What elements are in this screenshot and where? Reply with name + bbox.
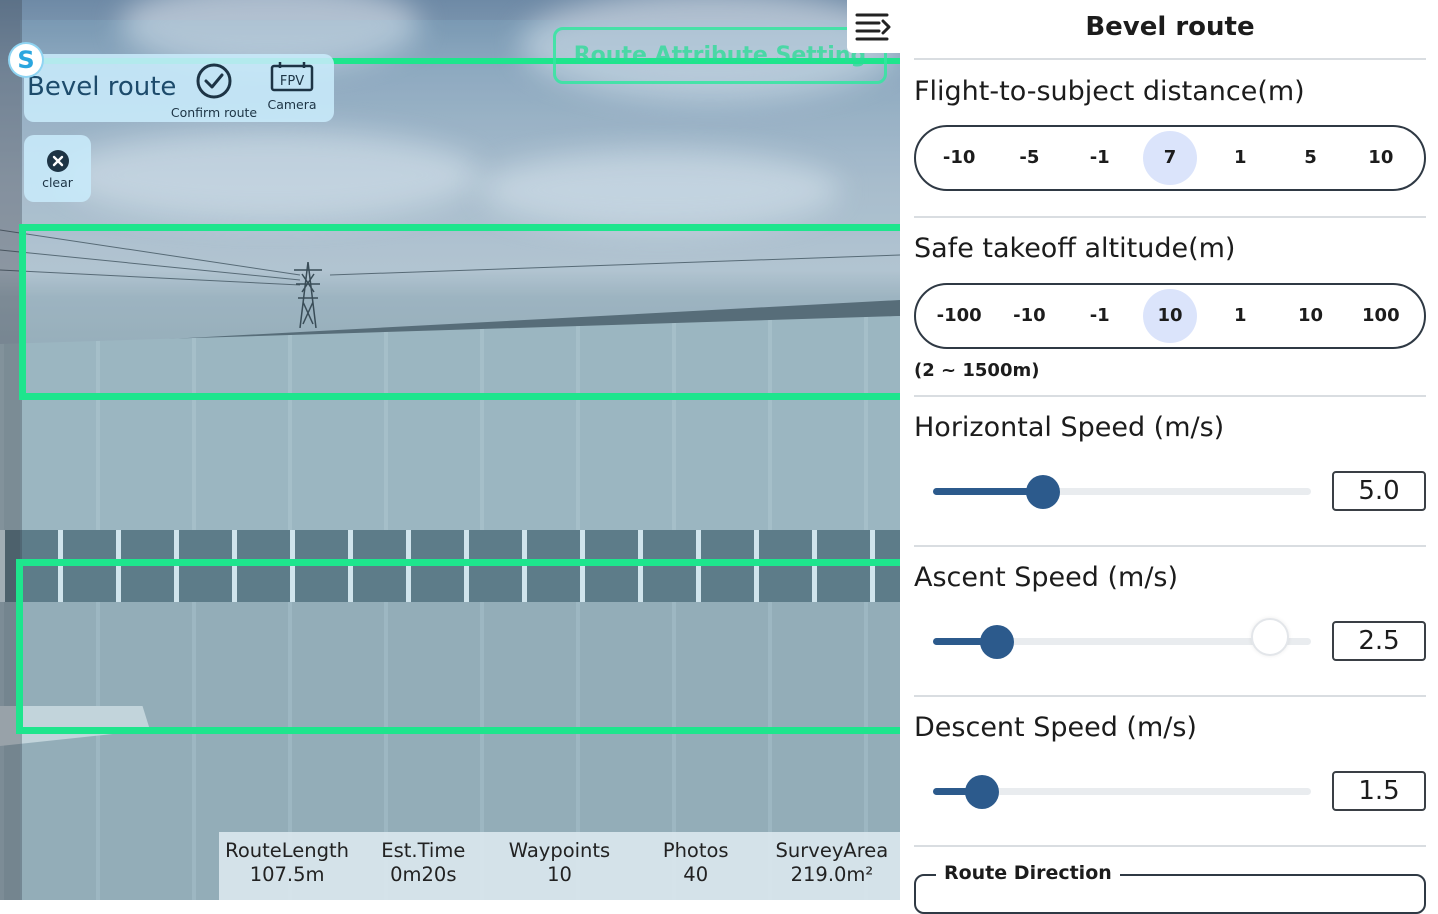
app-logo: S xyxy=(10,44,42,76)
touch-indicator xyxy=(1251,618,1289,656)
confirm-route-button[interactable]: Confirm route xyxy=(166,62,262,120)
clear-button[interactable]: clear xyxy=(24,135,91,202)
check-circle-icon xyxy=(196,63,232,99)
takeoff-option-plus-1[interactable]: 1 xyxy=(1213,289,1267,343)
divider xyxy=(914,395,1426,397)
stat-label: Waypoints xyxy=(508,839,611,862)
stat-route-length: RouteLength 107.5m xyxy=(219,832,355,900)
distance-current-value: 7 xyxy=(1142,131,1197,185)
panel-title: Bevel route xyxy=(1085,12,1255,42)
divider xyxy=(914,545,1426,547)
ascent-speed-label: Ascent Speed (m/s) xyxy=(914,562,1179,593)
stat-survey-area: SurveyArea 219.0m² xyxy=(764,832,900,900)
menu-collapse-icon xyxy=(855,13,890,40)
descent-speed-slider[interactable] xyxy=(933,775,1311,809)
route-attribute-setting-button[interactable]: Route Attribute Setting xyxy=(553,27,887,84)
descent-speed-label: Descent Speed (m/s) xyxy=(914,712,1197,743)
stat-label: Est.Time xyxy=(381,839,466,862)
stat-label: RouteLength xyxy=(225,839,350,862)
distance-option-minus-5[interactable]: -5 xyxy=(1002,131,1056,185)
camera-view[interactable]: Route Attribute Setting Bevel route Conf… xyxy=(0,0,900,900)
divider xyxy=(914,845,1426,847)
route-area-lower[interactable] xyxy=(16,559,900,734)
stat-label: Photos xyxy=(662,839,729,862)
distance-option-plus-10[interactable]: 10 xyxy=(1354,131,1408,185)
route-settings-panel: Bevel route Flight-to-subject distance(m… xyxy=(900,0,1438,914)
slider-handle[interactable] xyxy=(965,775,1000,809)
distance-option-minus-1[interactable]: -1 xyxy=(1073,131,1127,185)
takeoff-option-plus-100[interactable]: 100 xyxy=(1354,289,1408,343)
view-edge xyxy=(0,0,22,900)
divider xyxy=(914,216,1426,218)
horizontal-speed-input[interactable]: 5.0 xyxy=(1332,471,1426,511)
camera-button[interactable]: FPV Camera xyxy=(264,60,320,112)
route-stats-bar: RouteLength 107.5m Est.Time 0m20s Waypoi… xyxy=(219,832,900,900)
stat-value: 219.0m² xyxy=(790,863,874,886)
takeoff-option-plus-10[interactable]: 10 xyxy=(1284,289,1338,343)
takeoff-current-value: 10 xyxy=(1142,289,1197,343)
takeoff-altitude-stepper: -100 -10 -1 10 1 10 100 xyxy=(914,283,1426,349)
distance-option-plus-1[interactable]: 1 xyxy=(1213,131,1267,185)
stat-est-time: Est.Time 0m20s xyxy=(355,832,491,900)
stat-photos: Photos 40 xyxy=(628,832,764,900)
close-circle-icon xyxy=(46,150,69,172)
distance-label: Flight-to-subject distance(m) xyxy=(914,76,1305,107)
takeoff-option-minus-1[interactable]: -1 xyxy=(1073,289,1127,343)
takeoff-option-minus-100[interactable]: -100 xyxy=(932,289,986,343)
ascent-speed-input[interactable]: 2.5 xyxy=(1332,621,1426,661)
horizontal-speed-label: Horizontal Speed (m/s) xyxy=(914,412,1225,443)
descent-speed-input[interactable]: 1.5 xyxy=(1332,771,1426,811)
takeoff-altitude-label: Safe takeoff altitude(m) xyxy=(914,233,1236,264)
horizontal-speed-slider[interactable] xyxy=(933,475,1311,509)
stat-value: 10 xyxy=(547,863,572,886)
camera-label: Camera xyxy=(267,97,317,112)
distance-option-minus-10[interactable]: -10 xyxy=(932,131,986,185)
slider-handle[interactable] xyxy=(1025,475,1060,509)
stat-value: 0m20s xyxy=(390,863,457,886)
fpv-badge-text: FPV xyxy=(280,74,304,89)
survey-overlay xyxy=(20,20,900,900)
menu-button[interactable] xyxy=(847,0,900,53)
fpv-camera-icon: FPV xyxy=(270,62,314,92)
divider xyxy=(914,58,1426,60)
takeoff-range-hint: (2 ~ 1500m) xyxy=(914,360,1040,381)
stat-waypoints: Waypoints 10 xyxy=(491,832,627,900)
distance-stepper: -10 -5 -1 7 1 5 10 xyxy=(914,125,1426,191)
clear-label: clear xyxy=(42,175,73,190)
confirm-route-label: Confirm route xyxy=(170,105,258,120)
stat-value: 40 xyxy=(683,863,709,886)
divider xyxy=(914,695,1426,697)
route-area-upper[interactable] xyxy=(19,224,900,400)
takeoff-option-minus-10[interactable]: -10 xyxy=(1002,289,1056,343)
distance-option-plus-5[interactable]: 5 xyxy=(1284,131,1338,185)
route-direction-label: Route Direction xyxy=(936,862,1120,884)
stat-label: SurveyArea xyxy=(775,839,889,862)
slider-handle[interactable] xyxy=(980,625,1015,659)
route-card: Bevel route Confirm route FPV Camera xyxy=(24,54,334,122)
route-title: Bevel route xyxy=(27,72,177,102)
stat-value: 107.5m xyxy=(249,863,325,886)
